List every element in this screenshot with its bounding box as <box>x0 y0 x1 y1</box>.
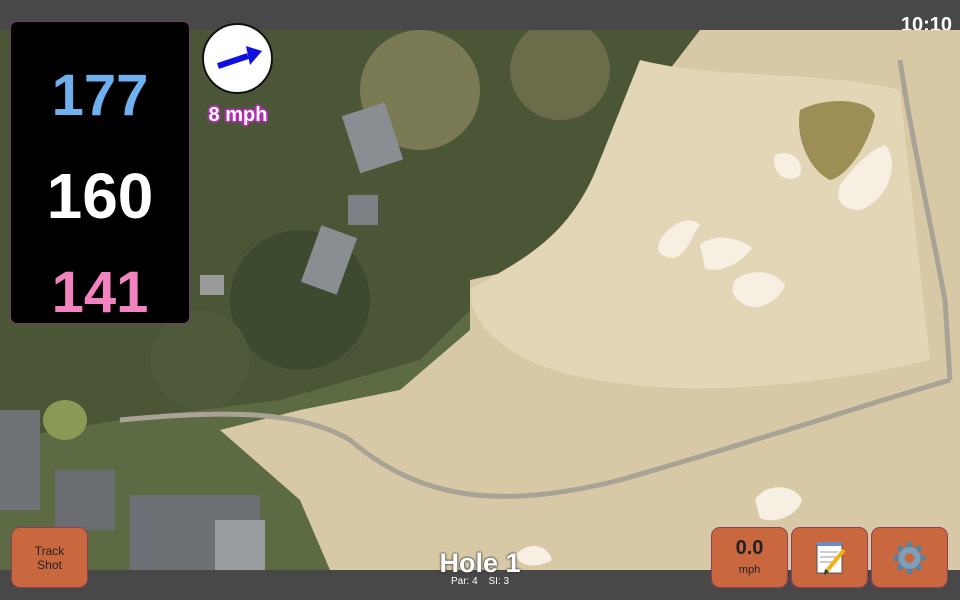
hole-si: SI: 3 <box>488 576 510 587</box>
distance-back: 177 <box>51 63 149 128</box>
settings-button[interactable] <box>872 528 947 587</box>
wind-speed: 8 mph <box>208 104 268 126</box>
gear-icon <box>893 542 926 574</box>
track-shot-button[interactable]: Track Shot <box>12 528 87 587</box>
notepad-icon <box>816 542 846 575</box>
arrow-right-icon <box>217 46 262 69</box>
hole-par: Par: 4 <box>450 576 478 587</box>
track-shot-label-line1: Track <box>34 544 65 558</box>
distance-front: 141 <box>51 260 149 325</box>
distance-panel: 177 160 141 <box>11 22 189 325</box>
track-shot-label-line2: Shot <box>37 558 62 572</box>
hole-title: Hole 1 <box>439 548 521 578</box>
hole-meta: Par: 4 SI: 3 <box>380 576 580 587</box>
speed-unit: mph <box>738 564 761 576</box>
distance-middle: 160 <box>46 160 154 232</box>
speed-value: 0.0 <box>735 537 764 559</box>
notes-button[interactable] <box>792 528 867 587</box>
speed-button[interactable]: 0.0 mph <box>712 528 787 587</box>
wind-indicator <box>202 23 273 94</box>
